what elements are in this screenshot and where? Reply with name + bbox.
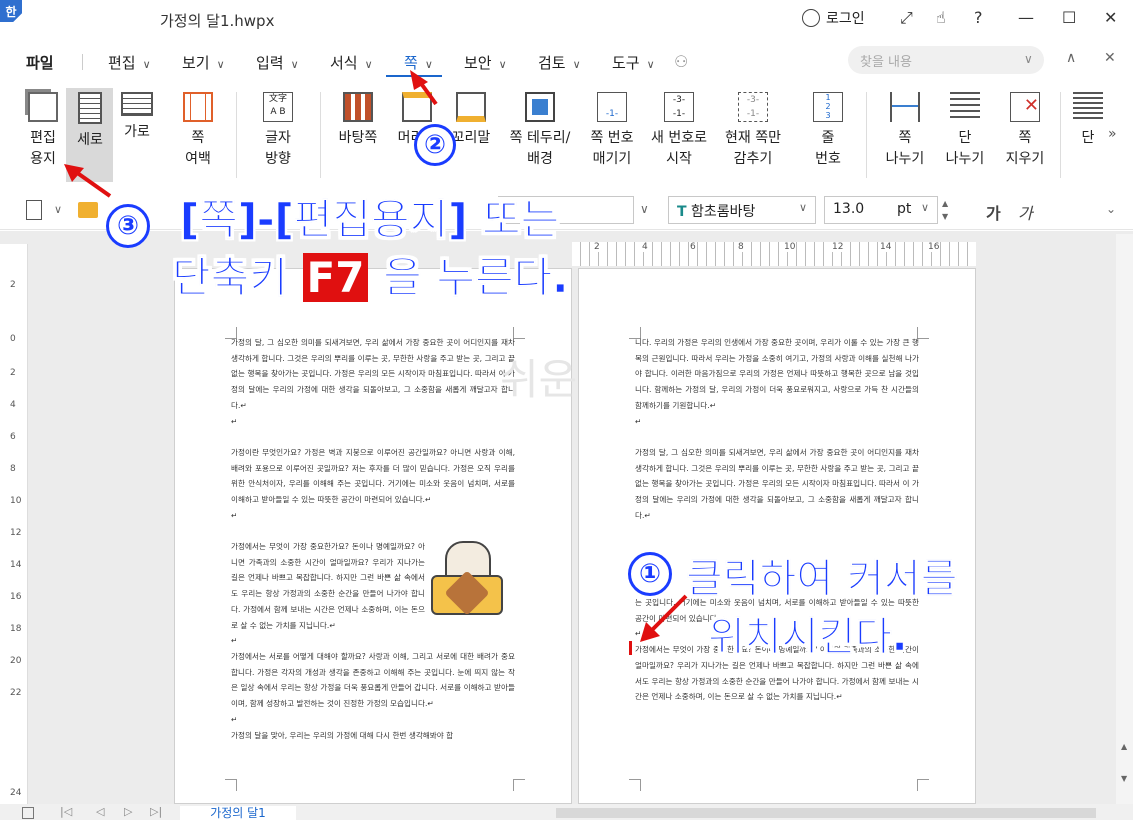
step2-number: ② [414, 124, 456, 166]
arrow-step1 [648, 594, 688, 634]
step1-number: ① [628, 552, 672, 596]
arrow-step3 [74, 170, 112, 198]
step3-number: ③ [106, 204, 150, 248]
f7-key-badge: F7 [302, 253, 369, 302]
caption-text: 단축키 [172, 253, 289, 303]
annotation-arrows [64, 70, 688, 642]
step3-caption-line1: [쪽]-[편집용지] 또는 [180, 195, 560, 245]
caption-text: 을 누른다. [383, 253, 569, 303]
arrow-step2 [418, 80, 438, 106]
step1-caption-line2: 위치시킨다. [708, 614, 908, 661]
arrow-head [64, 164, 84, 182]
step3-caption-line2: 단축키 F7 을 누른다. [172, 244, 569, 305]
step1-caption-line1: 클릭하여 커서를 [686, 556, 958, 603]
